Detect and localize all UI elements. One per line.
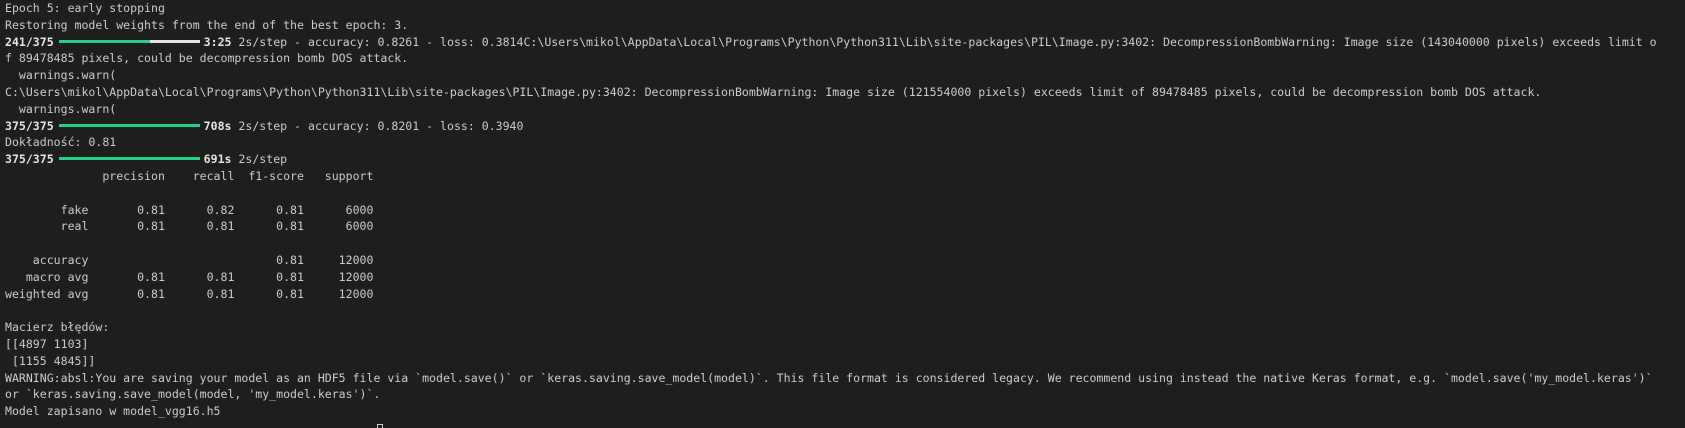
progress-metrics: 2s/step: [231, 152, 288, 167]
confusion-matrix-row-2: [1155 4845]]: [5, 353, 96, 368]
progress-steps: 375/375: [5, 118, 54, 133]
progress-bar: [58, 39, 200, 43]
accuracy-line: Dokładność: 0.81: [5, 135, 117, 150]
model-saved-line: Model zapisano w model_vgg16.h5: [5, 404, 221, 419]
progress-line-evaluation: 375/375 708s 2s/step - accuracy: 0.8201 -…: [5, 118, 1685, 135]
terminal-cursor: [377, 424, 383, 428]
report-row-accuracy: accuracy 0.81 12000: [5, 252, 374, 267]
report-row-fake: fake 0.81 0.82 0.81 6000: [5, 202, 374, 217]
hdf5-warning-line: WARNING:absl:You are saving your model a…: [5, 370, 1653, 385]
progress-eta: 3:25: [203, 34, 232, 49]
progress-bar-fill: [58, 157, 200, 161]
progress-bar: [58, 157, 200, 161]
restoring-weights-line: Restoring model weights from the end of …: [5, 17, 409, 32]
progress-bar-fill: [58, 39, 150, 43]
warnings-warn-line: warnings.warn(: [5, 68, 117, 83]
early-stopping-line: Epoch 5: early stopping: [5, 1, 165, 15]
report-row-weighted-avg: weighted avg 0.81 0.81 0.81 12000: [5, 286, 374, 301]
decompression-warning-line: C:\Users\mikol\AppData\Local\Programs\Py…: [5, 84, 1542, 99]
progress-line-partial: 241/375 3:25 2s/step - accuracy: 0.8261 -…: [5, 34, 1685, 51]
report-header-line: precision recall f1-score support: [5, 168, 374, 183]
terminal-output[interactable]: Epoch 5: early stopping Restoring model …: [0, 0, 1685, 428]
warning-continuation-line: f 89478485 pixels, could be decompressio…: [5, 51, 409, 66]
confusion-matrix-title: Macierz błędów:: [5, 320, 110, 335]
progress-steps: 375/375: [5, 152, 54, 167]
report-row-macro-avg: macro avg 0.81 0.81 0.81 12000: [5, 269, 374, 284]
progress-bar-remaining: [149, 39, 200, 43]
progress-bar-fill: [58, 123, 200, 127]
report-row-real: real 0.81 0.81 0.81 6000: [5, 219, 374, 234]
hdf5-warning-continuation: or `keras.saving.save_model(model, 'my_m…: [5, 387, 381, 402]
warnings-warn-line: warnings.warn(: [5, 101, 117, 116]
progress-line-prediction: 375/375 691s 2s/step: [5, 151, 1685, 168]
confusion-matrix-row-1: [[4897 1103]: [5, 336, 89, 351]
progress-time: 708s: [203, 118, 232, 133]
progress-bar: [58, 123, 200, 127]
progress-steps: 241/375: [5, 34, 54, 49]
progress-metrics: 2s/step - accuracy: 0.8201 - loss: 0.394…: [231, 118, 524, 133]
progress-metrics-warning: 2s/step - accuracy: 0.8261 - loss: 0.381…: [231, 34, 1657, 49]
progress-time: 691s: [203, 152, 232, 167]
